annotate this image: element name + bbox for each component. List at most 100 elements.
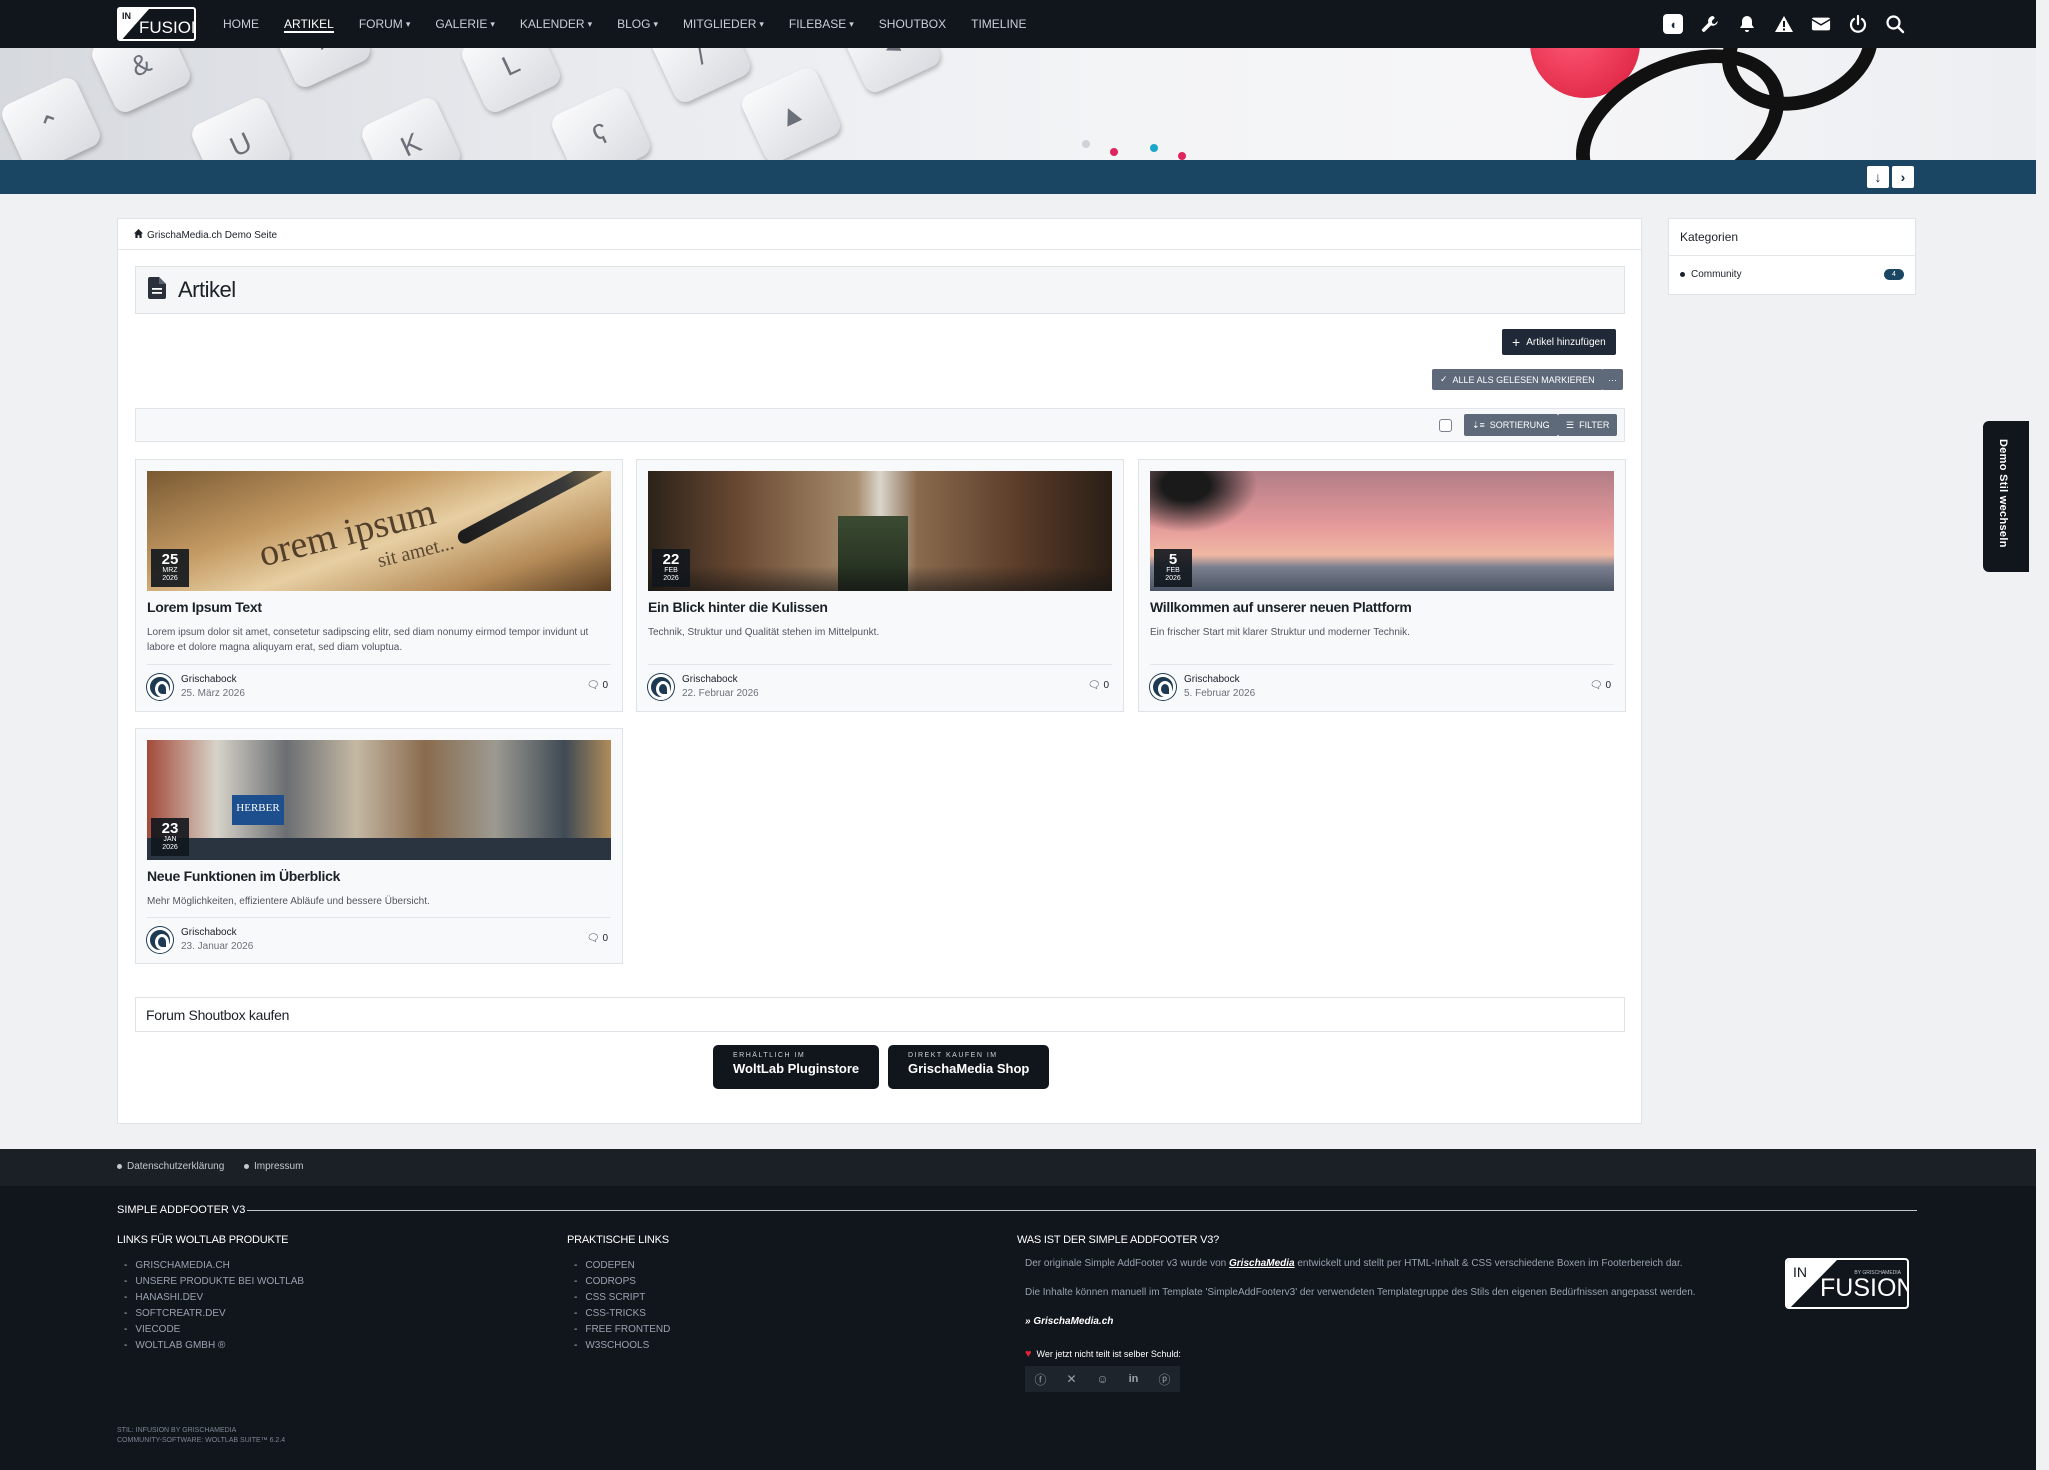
mark-all-read-button[interactable]: ✓ ALLE ALS GELESEN MARKIEREN — [1432, 369, 1603, 390]
footer-link-label[interactable]: W3SCHOOLS — [585, 1338, 649, 1354]
facebook-icon[interactable]: ⓕ — [1025, 1366, 1056, 1392]
filter-button[interactable]: ☰ FILTER — [1558, 414, 1618, 436]
nav-item-filebase[interactable]: FILEBASE ▾ — [789, 0, 854, 48]
grischamedia-site-link[interactable]: » GrischaMedia.ch — [1025, 1316, 1113, 1327]
wrench-icon[interactable] — [1700, 14, 1720, 34]
imprint-label[interactable]: Impressum — [254, 1161, 303, 1172]
comments-count[interactable]: 🗨 0 — [1088, 680, 1109, 691]
main-menu: HOME ARTIKEL FORUM ▾ GALERIE ▾ KALENDER ▾ BLOG ▾ M… — [223, 0, 1051, 48]
article-author[interactable]: Grischabock — [181, 927, 237, 938]
logo-fusion-text: FUSION — [139, 18, 194, 37]
footer-link[interactable]: - CSS SCRIPT — [574, 1290, 670, 1306]
footer-link-label[interactable]: GRISCHAMEDIA.CH — [135, 1258, 229, 1274]
article-title[interactable]: Neue Funktionen im Überblick — [147, 868, 340, 884]
comments-count[interactable]: 🗨 0 — [587, 933, 608, 944]
privacy-label[interactable]: Datenschutzerklärung — [127, 1161, 224, 1172]
add-article-button[interactable]: + Artikel hinzufügen — [1502, 329, 1616, 355]
select-all-checkbox[interactable] — [1439, 419, 1452, 432]
article-author[interactable]: Grischabock — [1184, 674, 1240, 685]
style-switcher-tab[interactable]: Demo Stil wechseln — [1983, 421, 2029, 572]
article-date: 25. März 2026 — [181, 688, 245, 699]
article-teaser: Technik, Struktur und Qualität stehen im… — [648, 627, 880, 638]
footer-link-label[interactable]: CODEPEN — [585, 1258, 634, 1274]
article-title[interactable]: Willkommen auf unserer neuen Plattform — [1150, 599, 1412, 615]
linkedin-icon[interactable]: in — [1118, 1366, 1149, 1392]
category-label[interactable]: Community — [1691, 269, 1742, 280]
breadcrumb[interactable]: GrischaMedia.ch Demo Seite — [134, 229, 277, 241]
article-image[interactable]: 5 FEB 2026 — [1150, 471, 1614, 591]
footer-link-label[interactable]: CSS-TRICKS — [585, 1306, 646, 1322]
power-icon[interactable] — [1848, 14, 1868, 34]
footer-link[interactable]: - HANASHI.DEV — [124, 1290, 304, 1306]
nav-item-timeline[interactable]: TIMELINE — [971, 0, 1026, 48]
article-title[interactable]: Lorem Ipsum Text — [147, 599, 262, 615]
chevron-right-icon[interactable]: › — [1892, 166, 1914, 188]
footer-link-label[interactable]: CSS SCRIPT — [585, 1290, 645, 1306]
footer-link-label[interactable]: HANASHI.DEV — [135, 1290, 203, 1306]
footer-link[interactable]: - UNSERE PRODUKTE BEI WOLTLAB — [124, 1274, 304, 1290]
warning-icon[interactable] — [1774, 14, 1794, 34]
arrow-down-icon[interactable]: ↓ — [1867, 166, 1889, 188]
article-card[interactable]: orem ipsum sit amet... 25 MRZ 2026 Lorem… — [135, 459, 623, 712]
article-card[interactable]: 22 FEB 2026 Ein Blick hinter die Kulisse… — [636, 459, 1124, 712]
reddit-icon[interactable]: ☺ — [1087, 1366, 1118, 1392]
category-item[interactable]: Community — [1680, 269, 1742, 280]
nav-item-blog[interactable]: BLOG ▾ — [617, 0, 658, 48]
avatar[interactable] — [1150, 674, 1176, 700]
article-author[interactable]: Grischabock — [181, 674, 237, 685]
footer-link[interactable]: - SOFTCREATR.DEV — [124, 1306, 304, 1322]
grischamedia-link[interactable]: GrischaMedia — [1229, 1258, 1295, 1269]
grischamedia-shop-button[interactable]: DIREKT KAUFEN IM GrischaMedia Shop — [888, 1045, 1050, 1089]
footer-link[interactable]: - WOLTLAB GMBH ® — [124, 1338, 304, 1354]
nav-item-artikel[interactable]: ARTIKEL — [284, 0, 334, 48]
footer-link[interactable]: - CODROPS — [574, 1274, 670, 1290]
footer-link[interactable]: - GRISCHAMEDIA.CH — [124, 1258, 304, 1274]
nav-item-forum[interactable]: FORUM ▾ — [359, 0, 411, 48]
envelope-icon[interactable] — [1811, 14, 1831, 34]
avatar[interactable] — [648, 674, 674, 700]
pinterest-icon[interactable]: ⓟ — [1149, 1366, 1180, 1392]
privacy-link[interactable]: Datenschutzerklärung — [117, 1161, 224, 1172]
avatar[interactable] — [147, 927, 173, 953]
footer-link-label[interactable]: WOLTLAB GMBH ® — [135, 1338, 225, 1354]
footer-link-label[interactable]: VIECODE — [135, 1322, 180, 1338]
footer-link[interactable]: - W3SCHOOLS — [574, 1338, 670, 1354]
comments-count[interactable]: 🗨 0 — [1590, 680, 1611, 691]
footer-link[interactable]: - FREE FRONTEND — [574, 1322, 670, 1338]
article-author[interactable]: Grischabock — [682, 674, 738, 685]
avatar[interactable] — [147, 674, 173, 700]
footer-link-label[interactable]: CODROPS — [585, 1274, 636, 1290]
footer-logo[interactable]: IN FUSION BY GRISCHAMEDIA — [1785, 1258, 1909, 1309]
article-card[interactable]: HERBER 23 JAN 2026 Neue Funktionen im Üb… — [135, 728, 623, 964]
bell-icon[interactable] — [1737, 14, 1757, 34]
footer-link[interactable]: - CSS-TRICKS — [574, 1306, 670, 1322]
footer-link-label[interactable]: FREE FRONTEND — [585, 1322, 670, 1338]
article-card[interactable]: 5 FEB 2026 Willkommen auf unserer neuen … — [1138, 459, 1626, 712]
nav-item-galerie[interactable]: GALERIE ▾ — [435, 0, 495, 48]
site-logo[interactable]: IN FUSION — [117, 7, 196, 41]
footer-link[interactable]: - VIECODE — [124, 1322, 304, 1338]
imprint-link[interactable]: Impressum — [244, 1161, 303, 1172]
list-dash: - — [124, 1292, 128, 1303]
article-image[interactable]: orem ipsum sit amet... 25 MRZ 2026 — [147, 471, 611, 591]
comments-count[interactable]: 🗨 0 — [587, 680, 608, 691]
nav-item-mitglieder[interactable]: MITGLIEDER ▾ — [683, 0, 764, 48]
nav-item-shoutbox[interactable]: SHOUTBOX — [879, 0, 946, 48]
nav-item-home[interactable]: HOME — [223, 0, 259, 48]
article-title[interactable]: Ein Blick hinter die Kulissen — [648, 599, 828, 615]
footer-link[interactable]: - CODEPEN — [574, 1258, 670, 1274]
user-avatar-icon[interactable]: ◖ — [1663, 14, 1683, 34]
article-image[interactable]: 22 FEB 2026 — [648, 471, 1112, 591]
sort-button[interactable]: ⇣≡ SORTIERUNG — [1464, 414, 1558, 436]
article-image[interactable]: HERBER 23 JAN 2026 — [147, 740, 611, 860]
style-credit[interactable]: STIL: INFUSION BY GRISCHAMEDIA — [117, 1426, 285, 1436]
footer-link-label[interactable]: SOFTCREATR.DEV — [135, 1306, 225, 1322]
more-options-button[interactable]: ··· — [1602, 369, 1623, 390]
search-icon[interactable] — [1885, 14, 1905, 34]
breadcrumb-label[interactable]: GrischaMedia.ch Demo Seite — [147, 230, 277, 241]
footer-link-label[interactable]: UNSERE PRODUKTE BEI WOLTLAB — [135, 1274, 304, 1290]
woltlab-pluginstore-button[interactable]: ERHÄLTLICH IM WoltLab Pluginstore — [713, 1045, 880, 1089]
nav-item-kalender[interactable]: KALENDER ▾ — [520, 0, 592, 48]
x-icon[interactable]: ✕ — [1056, 1366, 1087, 1392]
software-credit[interactable]: COMMUNITY-SOFTWARE: WOLTLAB SUITE™ 6.2.4 — [117, 1436, 285, 1446]
